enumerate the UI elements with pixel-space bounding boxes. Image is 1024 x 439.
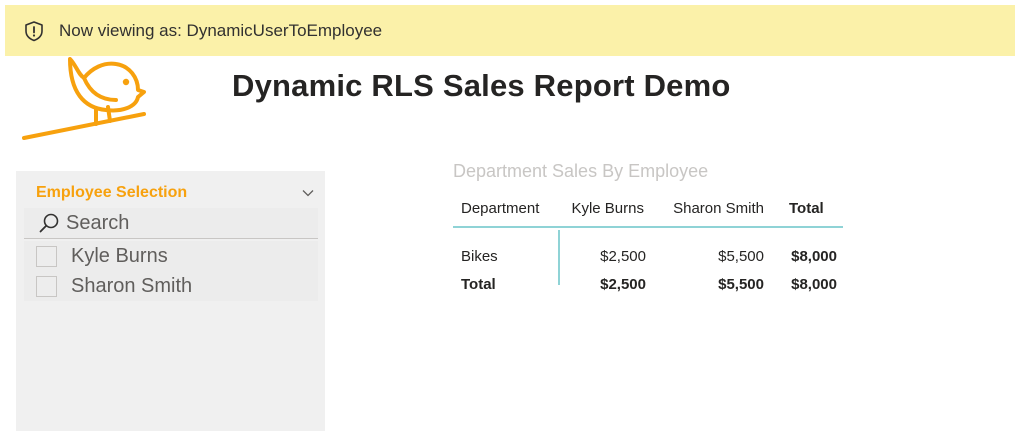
shield-icon	[23, 20, 45, 42]
table-row: Bikes $2,500 $5,500 $8,000	[453, 242, 843, 270]
banner-text: Now viewing as: DynamicUserToEmployee	[59, 20, 383, 40]
row-header-divider	[558, 230, 560, 285]
slicer-item-label: Kyle Burns	[71, 244, 168, 267]
column-header[interactable]: Kyle Burns	[558, 200, 658, 217]
slicer-list: Kyle Burns Sharon Smith	[24, 241, 318, 301]
slicer-header: Employee Selection	[36, 183, 318, 203]
report-title: Dynamic RLS Sales Report Demo	[232, 68, 731, 103]
checkbox[interactable]	[36, 275, 57, 297]
sales-matrix: Department Kyle Burns Sharon Smith Total…	[453, 191, 843, 298]
matrix-title: Department Sales By Employee	[453, 161, 709, 181]
table-cell: $2,500	[600, 275, 646, 293]
table-cell: $8,000	[791, 247, 837, 265]
column-header[interactable]: Department	[453, 200, 558, 217]
table-cell: $2,500	[600, 247, 646, 265]
total-row: Total $2,500 $5,500 $8,000	[453, 270, 843, 298]
row-header: Bikes	[461, 247, 498, 265]
matrix-header-row: Department Kyle Burns Sharon Smith Total	[453, 191, 843, 228]
employee-slicer: Employee Selection Kyle Burns Sharon Smi…	[16, 171, 325, 431]
slicer-item-label: Sharon Smith	[71, 274, 193, 297]
table-cell: $5,500	[718, 275, 764, 293]
column-header[interactable]: Total	[776, 200, 843, 217]
row-header: Total	[461, 275, 496, 293]
checkbox[interactable]	[36, 245, 57, 267]
slicer-item-sharon-smith[interactable]: Sharon Smith	[24, 271, 318, 301]
table-cell: $8,000	[791, 275, 837, 293]
search-input[interactable]	[66, 211, 286, 235]
chevron-down-icon[interactable]	[301, 188, 315, 198]
search-icon	[38, 212, 60, 234]
slicer-title: Employee Selection	[36, 184, 188, 201]
slicer-item-kyle-burns[interactable]: Kyle Burns	[24, 241, 318, 271]
slicer-search	[24, 208, 318, 239]
bird-logo-icon	[18, 52, 153, 144]
table-cell: $5,500	[718, 247, 764, 265]
viewing-as-banner: Now viewing as: DynamicUserToEmployee	[5, 5, 1015, 56]
column-header[interactable]: Sharon Smith	[658, 200, 776, 217]
